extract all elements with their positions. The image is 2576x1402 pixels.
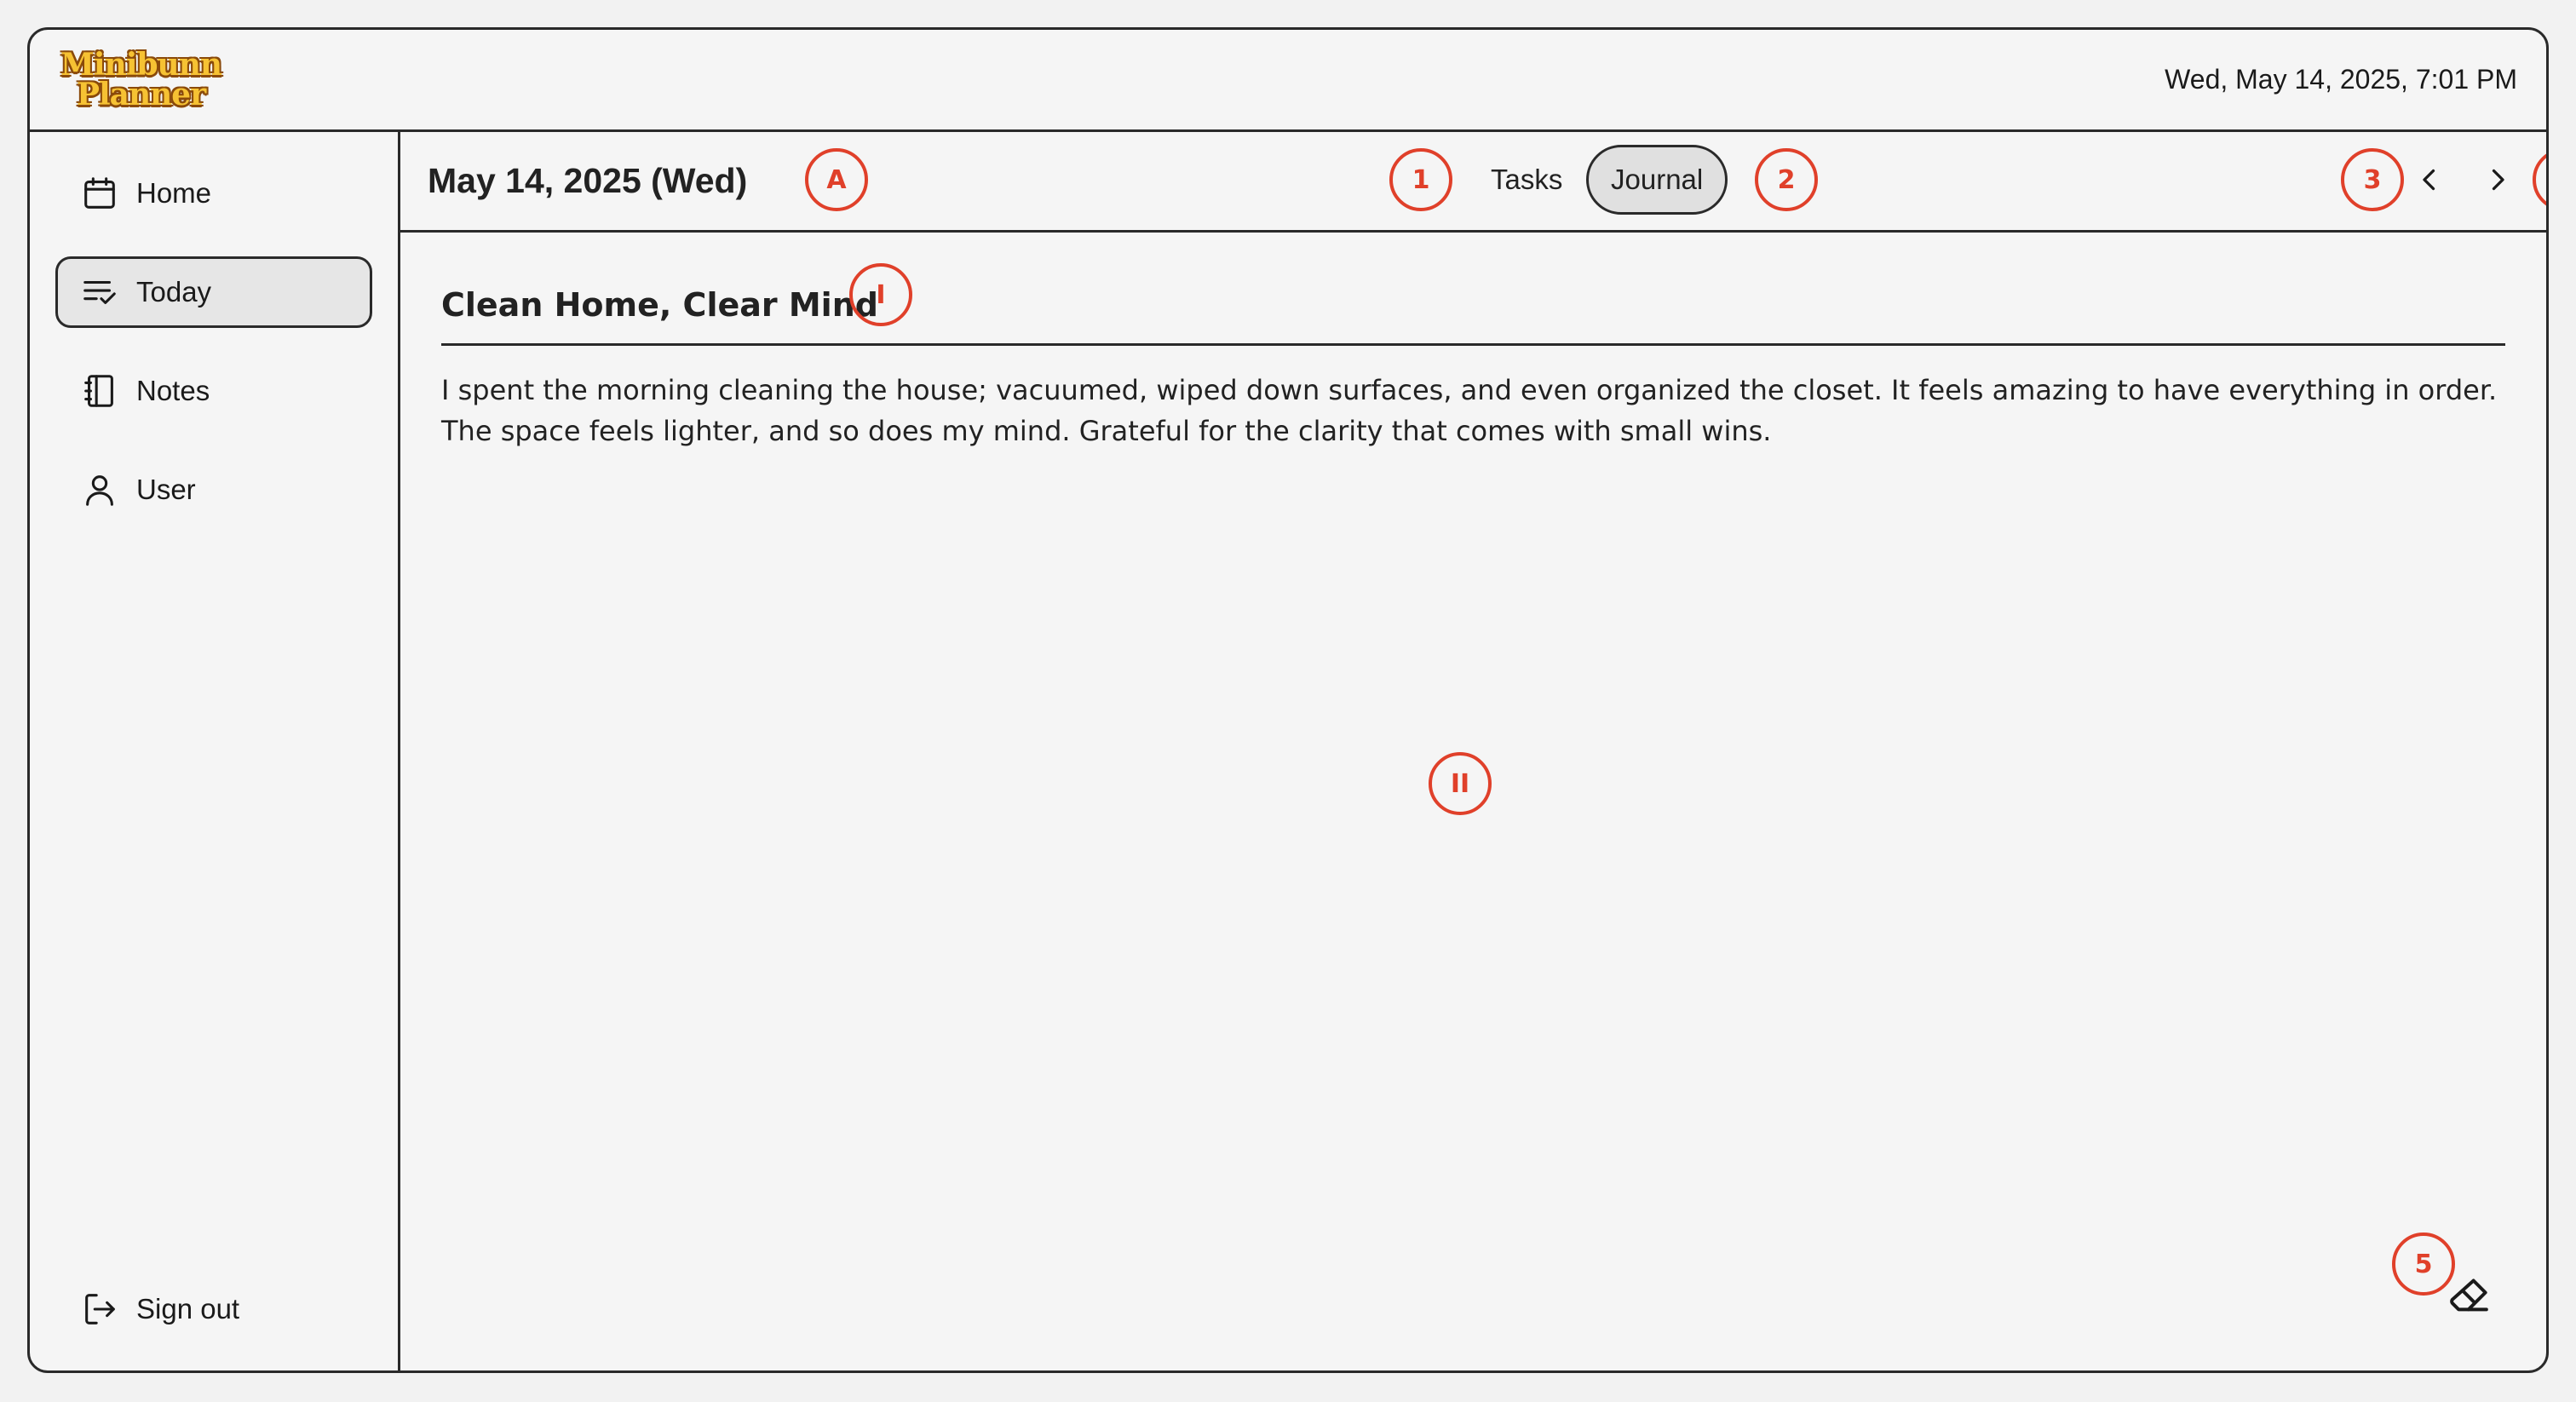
annotation-badge-1: 1 — [1389, 148, 1452, 211]
sidebar-item-label: User — [136, 474, 196, 505]
next-day-button[interactable] — [2477, 159, 2518, 200]
top-bar: Minibunn Planner Wed, May 14, 2025, 7:01… — [30, 30, 2546, 132]
journal-title[interactable]: Clean Home, Clear Mind — [441, 279, 2505, 331]
sign-out-label: Sign out — [136, 1293, 240, 1324]
main-panel: May 14, 2025 (Wed) A 1 Tasks Journal 2 3… — [400, 132, 2546, 1370]
annotation-badge-4: 4 — [2533, 148, 2546, 211]
previous-day-button[interactable] — [2409, 159, 2450, 200]
sidebar-item-label: Today — [136, 276, 212, 307]
annotation-badge-i: I — [849, 263, 912, 326]
sign-out-button[interactable]: Sign out — [55, 1273, 372, 1345]
chevron-right-icon — [2492, 169, 2504, 191]
journal-title-text: Clean Home, Clear Mind — [441, 286, 878, 324]
journal-entry: Clean Home, Clear Mind I I spent the mor… — [400, 233, 2546, 1370]
logo-line-1: Minibunn — [60, 47, 222, 83]
eraser-icon — [2450, 1278, 2488, 1312]
clear-entry-button[interactable] — [2446, 1272, 2493, 1319]
sign-out-icon — [85, 1294, 115, 1324]
logo-line-2: Planner — [76, 76, 206, 112]
sidebar-item-label: Home — [136, 177, 212, 209]
checklist-icon — [83, 280, 116, 304]
app-logo[interactable]: Minibunn Planner — [60, 47, 222, 112]
notebook-icon — [84, 375, 113, 407]
journal-body[interactable]: I spent the morning cleaning the house; … — [441, 370, 2520, 451]
tab-tasks[interactable]: Tasks — [1466, 145, 1587, 215]
chevron-left-icon — [2423, 169, 2435, 191]
sidebar-item-label: Notes — [136, 375, 210, 406]
sidebar: Home Today Notes User Sign out — [30, 132, 400, 1370]
page-title: May 14, 2025 (Wed) — [428, 161, 748, 200]
annotation-badge-a: A — [805, 148, 868, 211]
tab-journal[interactable]: Journal — [1586, 145, 1728, 215]
user-icon — [86, 475, 113, 506]
sidebar-item-home[interactable]: Home — [55, 158, 372, 229]
annotation-badge-2: 2 — [1755, 148, 1818, 211]
sidebar-item-today[interactable]: Today — [55, 256, 372, 328]
annotation-badge-ii: II — [1429, 752, 1492, 815]
title-divider — [441, 343, 2505, 346]
annotation-badge-3: 3 — [2341, 148, 2404, 211]
sidebar-item-user[interactable]: User — [55, 454, 372, 526]
day-header: May 14, 2025 (Wed) A 1 Tasks Journal 2 3… — [400, 132, 2546, 233]
sidebar-item-notes[interactable]: Notes — [55, 355, 372, 427]
calendar-icon — [84, 177, 115, 209]
clock: Wed, May 14, 2025, 7:01 PM — [2165, 64, 2517, 95]
app-window: Minibunn Planner Wed, May 14, 2025, 7:01… — [27, 27, 2549, 1373]
